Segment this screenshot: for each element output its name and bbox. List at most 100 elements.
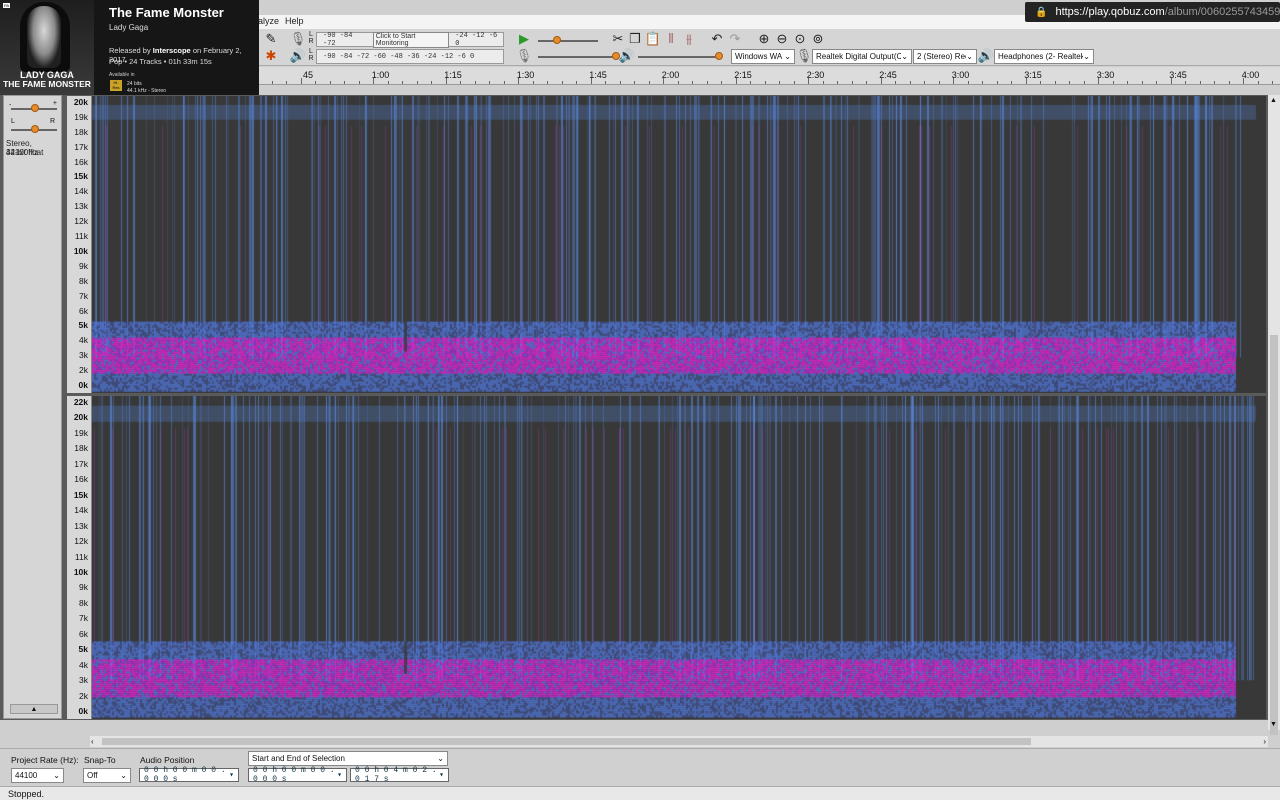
ruler-tick-mark: [967, 81, 969, 84]
audio-host-select[interactable]: Windows WA ⌄: [731, 49, 795, 64]
ruler-tick-mark: [1069, 81, 1071, 84]
menu-help[interactable]: Help: [285, 16, 304, 26]
frequency-scale-label: 11k: [74, 551, 88, 562]
pan-knob[interactable]: [31, 125, 39, 133]
spectrogram-right-channel[interactable]: [92, 396, 1266, 719]
silence-icon[interactable]: ⫵: [682, 31, 696, 46]
playback-device-select[interactable]: Headphones (2- Realtek ⌄: [994, 49, 1094, 64]
frequency-scale-label: 5k: [78, 320, 88, 331]
frequency-scale-label: 2k: [79, 690, 88, 701]
ruler-tick-mark: [1272, 81, 1274, 84]
playback-volume-knob[interactable]: [715, 52, 723, 60]
snap-to-label: Snap-To: [84, 755, 116, 765]
collapse-track-button[interactable]: ▲: [10, 704, 58, 714]
gain-knob[interactable]: [31, 104, 39, 112]
album-bit-depth: 24 bits: [127, 81, 142, 87]
redo-icon[interactable]: ↷: [727, 31, 743, 46]
frequency-scale-label: 17k: [74, 458, 88, 469]
scroll-right-icon[interactable]: ›: [1263, 737, 1266, 746]
project-rate-label: Project Rate (Hz):: [11, 755, 79, 765]
ruler-tick-label: 1:00: [371, 70, 390, 80]
cut-icon[interactable]: ✂: [611, 31, 625, 46]
frequency-scale-label: 11k: [74, 231, 88, 242]
selection-mode-select[interactable]: Start and End of Selection ⌄: [248, 751, 448, 766]
frequency-scale-label: 8k: [79, 597, 88, 608]
audio-position-label: Audio Position: [140, 755, 195, 765]
recording-device-select[interactable]: Realtek Digital Output(C ⌄: [812, 49, 912, 64]
undo-icon[interactable]: ↶: [709, 31, 725, 46]
horizontal-scrollbar[interactable]: ‹ ›: [90, 736, 1268, 747]
menu-analyze[interactable]: alyze: [258, 16, 279, 26]
channels-select[interactable]: 2 (Stereo) Reco⌄: [913, 49, 977, 64]
vertical-scrollbar[interactable]: ▲ ▼: [1268, 95, 1280, 735]
ruler-tick-mark: [576, 81, 578, 84]
frequency-scale-bottom: 22k 20k 19k 18k 17k 16k 15k 14k 13k 12k 11k 10k 9k 8k…: [67, 396, 92, 719]
record-meter[interactable]: -90 -84 -72 Click to Start Monitoring -2…: [316, 31, 504, 48]
album-label[interactable]: Interscope: [153, 46, 191, 55]
album-artist[interactable]: Lady Gaga: [109, 23, 148, 32]
ruler-tick-mark: [735, 78, 737, 84]
snap-to-select[interactable]: Off ⌄: [83, 768, 131, 783]
project-rate-select[interactable]: 44100 ⌄: [11, 768, 64, 783]
scroll-up-icon[interactable]: ▲: [1270, 97, 1277, 104]
fit-project-icon[interactable]: ⊚: [810, 31, 826, 46]
frequency-scale-label: 4k: [79, 659, 88, 670]
frequency-scale-label: 6k: [79, 628, 88, 639]
ruler-tick-mark: [1127, 81, 1129, 84]
playback-meter[interactable]: -90 -84 -72 -60 -48 -36 -24 -12 -6 0: [316, 49, 504, 64]
pan-r-label: R: [49, 118, 55, 125]
ruler-tick-mark: [1199, 81, 1201, 84]
vertical-scroll-thumb[interactable]: [1270, 335, 1278, 735]
audio-position-field[interactable]: 0 0 h 0 0 m 0 0 . 0 0 0 s ▾: [139, 766, 239, 784]
selection-end-field[interactable]: 0 0 h 0 4 m 0 2 . 0 1 7 s ▾: [350, 766, 449, 784]
frequency-scale-label: 20k: [73, 97, 88, 107]
scroll-down-icon[interactable]: ▼: [1270, 721, 1277, 728]
spectrogram-left-channel[interactable]: [92, 96, 1266, 393]
frequency-scale-label: 5k: [78, 644, 88, 655]
fit-selection-icon[interactable]: ⊙: [792, 31, 808, 46]
audacity-window: alyze Help ✎ ✱ 🎙 🔊 LR LR -90 -84 -72 Cli…: [0, 0, 1280, 800]
playback-speed-knob[interactable]: [553, 36, 561, 44]
monitor-tooltip[interactable]: Click to Start Monitoring: [372, 31, 450, 48]
frequency-scale-label: 19k: [74, 427, 88, 438]
record-meter-mic-icon[interactable]: 🎙: [290, 31, 307, 46]
ruler-tick-mark: [1257, 81, 1259, 84]
playback-volume-slider[interactable]: [638, 56, 722, 58]
play-icon[interactable]: ▶: [515, 31, 533, 46]
track-bitdepth: 32-bit float: [6, 148, 44, 157]
frequency-scale-label: 0k: [78, 380, 88, 390]
album-cover[interactable]: PA LADY GAGA THE FAME MONSTER: [0, 0, 94, 95]
ruler-tick-label: 2:30: [806, 70, 825, 80]
zoom-in-icon[interactable]: ⊕: [756, 31, 772, 46]
browser-url-bar[interactable]: 🔒 https://play.qobuz.com/album/006025574…: [1025, 2, 1280, 22]
playback-speed-slider[interactable]: [538, 40, 598, 42]
copy-icon[interactable]: ❐: [628, 31, 642, 46]
url-host: https://play.qobuz.com: [1055, 6, 1165, 18]
draw-tool-icon[interactable]: ✎: [262, 31, 280, 46]
playback-meter-speaker-icon[interactable]: 🔊: [290, 48, 306, 63]
ruler-tick-label: 3:45: [1169, 70, 1187, 80]
frequency-scale-label: 12k: [74, 216, 88, 227]
ruler-tick-mark: [1141, 81, 1143, 84]
zoom-out-icon[interactable]: ⊖: [774, 31, 790, 46]
ruler-tick-mark: [460, 81, 462, 84]
scroll-left-icon[interactable]: ‹: [91, 737, 94, 746]
trim-icon[interactable]: ⫴: [664, 31, 678, 46]
ruler-tick-mark: [271, 81, 273, 84]
ruler-tick-label: 3:15: [1024, 70, 1042, 80]
ruler-tick-mark: [503, 81, 505, 84]
ruler-tick-mark: [605, 81, 607, 84]
multi-tool-icon[interactable]: ✱: [262, 48, 280, 63]
track-control-panel[interactable]: - + L R Stereo, 44100Hz 32-bit float ▲: [3, 95, 62, 719]
record-volume-slider[interactable]: [538, 56, 618, 58]
available-in-label: Available in: [109, 72, 135, 78]
record-lr-label: LR: [308, 31, 314, 45]
album-title: The Fame Monster: [109, 5, 224, 20]
ruler-tick-mark: [924, 81, 926, 84]
selection-start-field[interactable]: 0 0 h 0 0 m 0 0 . 0 0 0 s ▾: [248, 766, 347, 784]
horizontal-scroll-thumb[interactable]: [102, 738, 1031, 745]
paste-icon[interactable]: 📋: [645, 31, 661, 46]
album-info-overlay: PA LADY GAGA THE FAME MONSTER The Fame M…: [0, 0, 259, 95]
frequency-scale-label: 10k: [73, 566, 88, 577]
ruler-tick-mark: [779, 81, 781, 84]
